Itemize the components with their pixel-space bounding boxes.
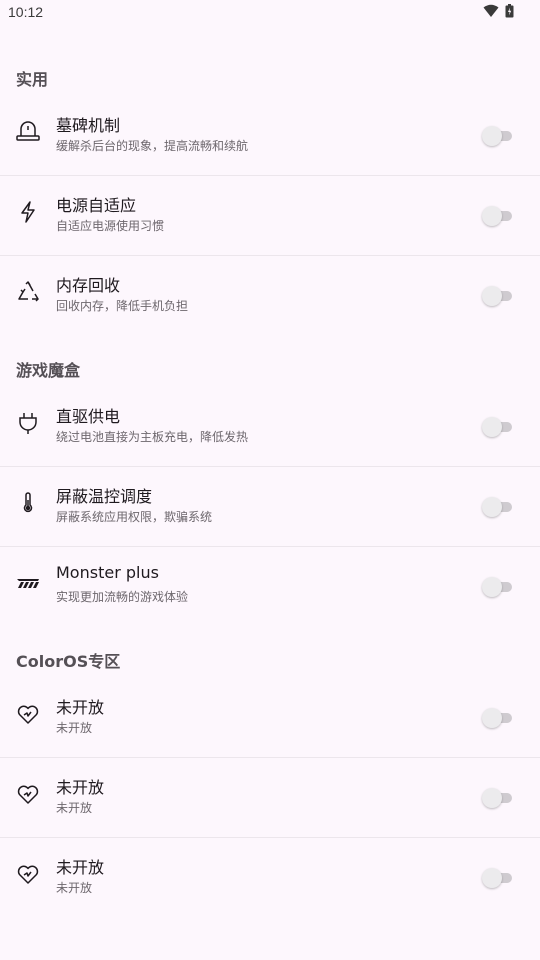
plug-icon — [16, 411, 40, 435]
row-title: 屏蔽温控调度 — [56, 487, 153, 506]
section-header-coloros: ColorOS专区 — [16, 652, 121, 671]
row-title: 电源自适应 — [56, 196, 137, 215]
setting-row-monster-plus[interactable]: Monster plus 实现更加流畅的游戏体验 — [0, 547, 540, 627]
status-icons — [483, 4, 514, 18]
row-title: 内存回收 — [56, 276, 121, 295]
monster-plus-toggle[interactable] — [482, 576, 512, 598]
row-subtitle: 实现更加流畅的游戏体验 — [56, 590, 189, 604]
setting-row-unavailable-1[interactable]: 未开放 未开放 — [0, 678, 540, 758]
unavailable-toggle-2[interactable] — [482, 787, 512, 809]
unavailable-toggle-1[interactable] — [482, 707, 512, 729]
row-subtitle: 缓解杀后台的现象，提高流畅和续航 — [56, 139, 249, 153]
battery-icon — [505, 4, 514, 18]
row-subtitle: 未开放 — [56, 721, 93, 735]
row-subtitle: 屏蔽系统应用权限，欺骗系统 — [56, 510, 213, 524]
setting-row-memory-recycle[interactable]: 内存回收 回收内存，降低手机负担 — [0, 256, 540, 336]
section-header-practical: 实用 — [16, 70, 49, 89]
memory-recycle-toggle[interactable] — [482, 285, 512, 307]
row-subtitle: 绕过电池直接为主板充电，降低发热 — [56, 430, 249, 444]
tombstone-toggle[interactable] — [482, 125, 512, 147]
row-title: 未开放 — [56, 778, 105, 797]
setting-row-unavailable-2[interactable]: 未开放 未开放 — [0, 758, 540, 838]
heart-pulse-icon — [16, 782, 40, 806]
thermometer-icon — [16, 491, 40, 515]
setting-row-thermal-block[interactable]: 屏蔽温控调度 屏蔽系统应用权限，欺骗系统 — [0, 467, 540, 547]
heart-pulse-icon — [16, 862, 40, 886]
recycle-icon — [16, 280, 40, 304]
power-adaptive-toggle[interactable] — [482, 205, 512, 227]
row-title: 未开放 — [56, 858, 105, 877]
lightning-icon — [16, 200, 40, 224]
row-title: 直驱供电 — [56, 407, 121, 426]
thermal-block-toggle[interactable] — [482, 496, 512, 518]
tombstone-icon — [16, 120, 40, 144]
heart-pulse-icon — [16, 702, 40, 726]
row-subtitle: 自适应电源使用习惯 — [56, 219, 165, 233]
setting-row-direct-power[interactable]: 直驱供电 绕过电池直接为主板充电，降低发热 — [0, 387, 540, 467]
row-title: 墓碑机制 — [56, 116, 121, 135]
setting-row-unavailable-3[interactable]: 未开放 未开放 — [0, 838, 540, 918]
row-title: Monster plus — [56, 563, 159, 582]
wifi-icon — [483, 4, 499, 17]
row-subtitle: 回收内存，降低手机负担 — [56, 299, 189, 313]
row-subtitle: 未开放 — [56, 801, 93, 815]
row-subtitle: 未开放 — [56, 881, 93, 895]
monster-logo-icon — [16, 571, 40, 595]
direct-power-toggle[interactable] — [482, 416, 512, 438]
setting-row-tombstone[interactable]: 墓碑机制 缓解杀后台的现象，提高流畅和续航 — [0, 96, 540, 176]
row-title: 未开放 — [56, 698, 105, 717]
section-header-game-box: 游戏魔盒 — [16, 361, 81, 380]
status-bar: 10:12 — [0, 0, 540, 26]
status-time: 10:12 — [8, 4, 44, 20]
setting-row-power-adaptive[interactable]: 电源自适应 自适应电源使用习惯 — [0, 176, 540, 256]
unavailable-toggle-3[interactable] — [482, 867, 512, 889]
